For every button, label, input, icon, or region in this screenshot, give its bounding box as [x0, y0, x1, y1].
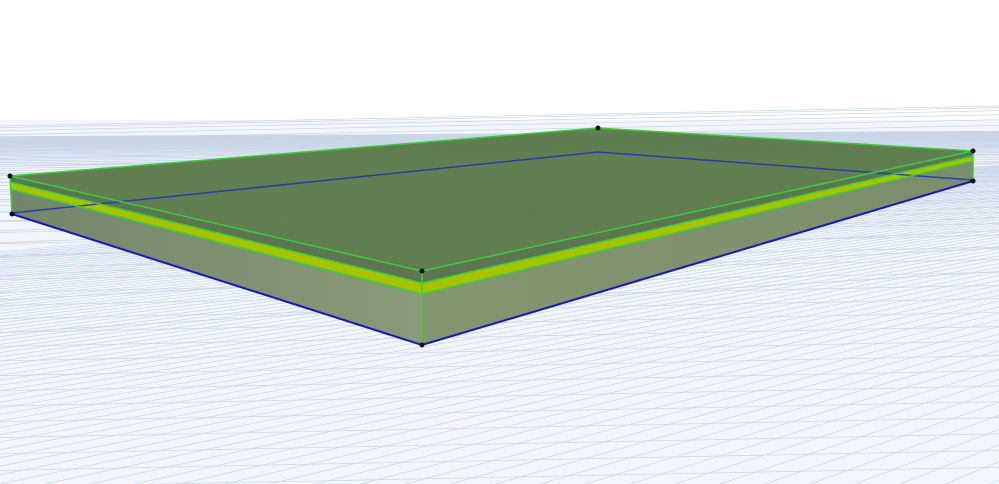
vertex-handle[interactable] — [419, 268, 425, 274]
3d-scene[interactable] — [0, 0, 999, 484]
vertex-handle[interactable] — [970, 148, 976, 154]
vertex-handle[interactable] — [9, 211, 15, 217]
vertex-handle[interactable] — [595, 125, 601, 131]
3d-viewport[interactable] — [0, 0, 999, 484]
vertex-handle[interactable] — [419, 342, 425, 348]
vertex-handle[interactable] — [7, 173, 13, 179]
vertex-handle[interactable] — [970, 178, 976, 184]
